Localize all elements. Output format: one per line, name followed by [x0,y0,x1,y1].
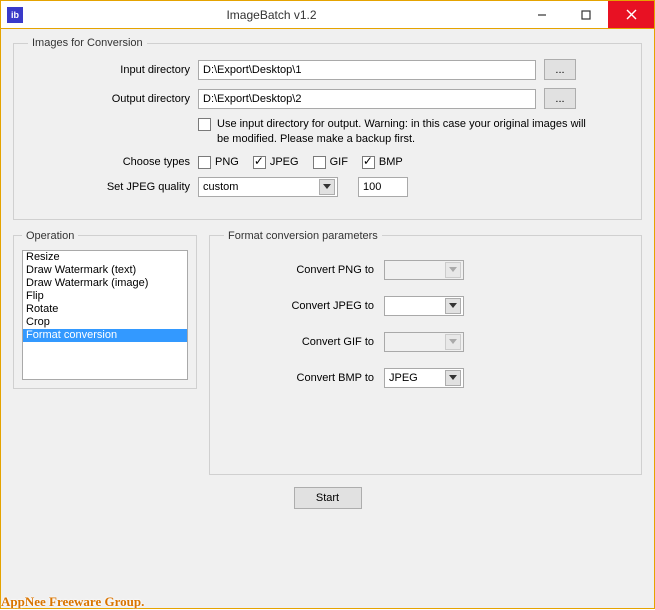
list-item[interactable]: Rotate [23,303,187,316]
app-icon: ib [7,7,23,23]
convert-bmp-label: Convert BMP to [224,372,384,384]
operation-group: Operation Resize Draw Watermark (text) D… [13,230,197,389]
format-conversion-parameters-group: Format conversion parameters Convert PNG… [209,230,642,475]
browse-output-dir-button[interactable]: ... [544,88,576,109]
list-item[interactable]: Crop [23,316,187,329]
output-dir-label: Output directory [28,93,198,105]
list-item[interactable]: Resize [23,251,187,264]
jpeg-quality-label: Set JPEG quality [28,181,198,193]
convert-png-to-dropdown [384,260,464,280]
type-jpeg-checkbox[interactable] [253,156,266,169]
convert-gif-label: Convert GIF to [224,336,384,348]
convert-jpeg-to-dropdown[interactable] [384,296,464,316]
start-button[interactable]: Start [294,487,362,509]
app-window: ib ImageBatch v1.2 Images for Conversion… [0,0,655,609]
images-for-conversion-group: Images for Conversion Input directory ..… [13,37,642,220]
use-input-dir-checkbox[interactable] [198,118,211,131]
close-button[interactable] [608,1,654,28]
input-dir-field[interactable] [198,60,536,80]
use-input-dir-warning: Use input directory for output. Warning:… [217,117,597,147]
chevron-down-icon [319,179,335,195]
type-gif-label: GIF [330,156,348,168]
type-bmp-checkbox[interactable] [362,156,375,169]
browse-input-dir-button[interactable]: ... [544,59,576,80]
type-bmp-label: BMP [379,156,403,168]
images-legend: Images for Conversion [28,37,147,49]
jpeg-quality-mode-dropdown[interactable]: custom [198,177,338,197]
list-item[interactable]: Draw Watermark (image) [23,277,187,290]
jpeg-quality-value-field[interactable] [358,177,408,197]
chevron-down-icon [445,262,461,278]
convert-png-label: Convert PNG to [224,264,384,276]
minimize-button[interactable] [520,1,564,28]
choose-types-label: Choose types [28,156,198,168]
titlebar: ib ImageBatch v1.2 [1,1,654,29]
type-png-checkbox[interactable] [198,156,211,169]
convert-jpeg-label: Convert JPEG to [224,300,384,312]
chevron-down-icon [445,370,461,386]
list-item[interactable]: Draw Watermark (text) [23,264,187,277]
jpeg-quality-mode-value: custom [203,181,319,193]
convert-gif-to-dropdown [384,332,464,352]
type-gif-checkbox[interactable] [313,156,326,169]
window-title: ImageBatch v1.2 [23,8,520,22]
chevron-down-icon [445,334,461,350]
type-png-label: PNG [215,156,239,168]
list-item[interactable]: Flip [23,290,187,303]
list-item[interactable]: Format conversion [23,329,187,342]
operation-listbox[interactable]: Resize Draw Watermark (text) Draw Waterm… [22,250,188,380]
maximize-button[interactable] [564,1,608,28]
client-area: Images for Conversion Input directory ..… [1,29,654,608]
convert-bmp-to-dropdown[interactable]: JPEG [384,368,464,388]
convert-bmp-value: JPEG [389,372,445,384]
watermark-text: AppNee Freeware Group. [1,594,144,610]
output-dir-field[interactable] [198,89,536,109]
chevron-down-icon [445,298,461,314]
operation-legend: Operation [22,230,78,242]
input-dir-label: Input directory [28,64,198,76]
type-jpeg-label: JPEG [270,156,299,168]
params-legend: Format conversion parameters [224,230,382,242]
